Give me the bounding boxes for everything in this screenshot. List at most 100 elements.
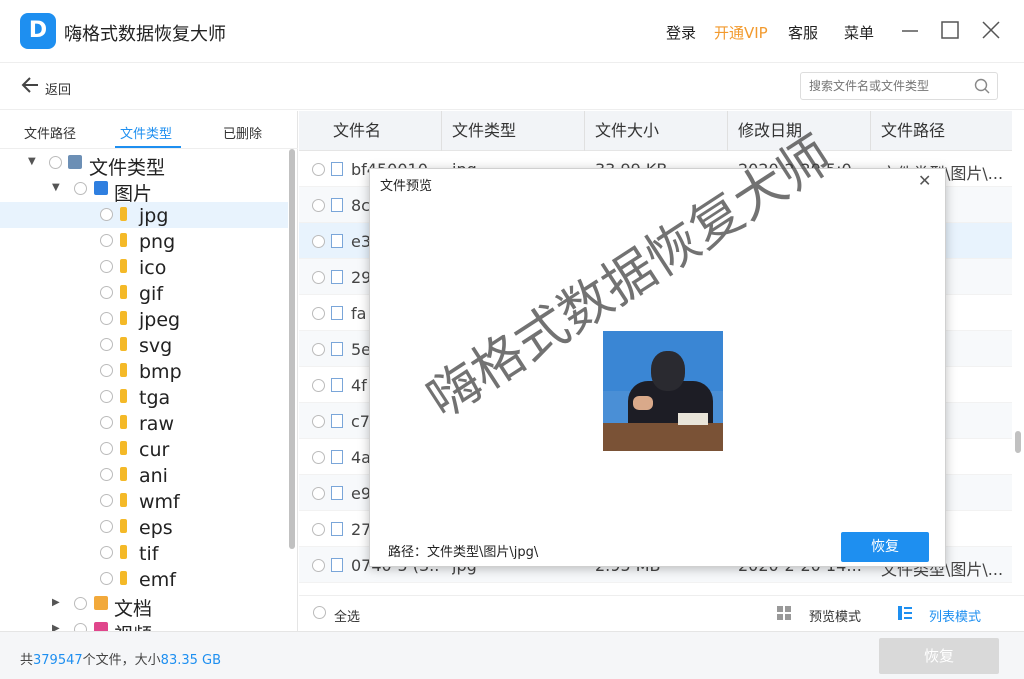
tree-label: tif — [139, 543, 159, 565]
tree-item-jpg[interactable]: jpg — [0, 202, 288, 228]
tree-radio[interactable] — [49, 156, 62, 169]
tree-radio[interactable] — [100, 572, 113, 585]
login-link[interactable]: 登录 — [666, 22, 696, 43]
column-header-path[interactable]: 文件路径 — [871, 111, 1012, 151]
tree-item-tif[interactable]: tif — [0, 540, 288, 566]
tree-radio[interactable] — [100, 390, 113, 403]
tree-item-ico[interactable]: ico — [0, 254, 288, 280]
tree-radio[interactable] — [100, 546, 113, 559]
close-icon[interactable] — [979, 18, 1003, 42]
summary-prefix: 共 — [20, 653, 34, 668]
preview-mode-icon[interactable] — [776, 605, 792, 621]
tree-radio[interactable] — [74, 597, 87, 610]
row-radio[interactable] — [312, 163, 325, 176]
tree-radio[interactable] — [100, 208, 113, 221]
back-button[interactable]: 返回 — [45, 79, 71, 98]
scrollbar-thumb[interactable] — [1015, 431, 1021, 453]
minimize-icon[interactable] — [898, 18, 922, 42]
image-file-icon — [331, 414, 343, 428]
row-radio[interactable] — [312, 235, 325, 248]
search-icon[interactable] — [973, 77, 991, 95]
tree-item-tga[interactable]: tga — [0, 384, 288, 410]
tree-item-png[interactable]: png — [0, 228, 288, 254]
expand-caret-icon[interactable]: ▼ — [52, 182, 60, 193]
row-radio[interactable] — [312, 451, 325, 464]
tree-item-svg[interactable]: svg — [0, 332, 288, 358]
tree-item-gif[interactable]: gif — [0, 280, 288, 306]
vip-link[interactable]: 开通VIP — [714, 22, 768, 43]
image-file-icon — [331, 198, 343, 212]
select-all-radio[interactable] — [313, 606, 326, 619]
title-bar: D 嗨格式数据恢复大师 登录 开通VIP 客服 菜单 — [0, 0, 1024, 63]
file-type-icon — [120, 545, 127, 559]
search-box[interactable] — [800, 72, 998, 100]
tree-item-jpeg[interactable]: jpeg — [0, 306, 288, 332]
tree-radio[interactable] — [100, 260, 113, 273]
tab-file-type[interactable]: 文件类型 — [120, 123, 172, 142]
tree-item-ani[interactable]: ani — [0, 462, 288, 488]
row-radio[interactable] — [312, 379, 325, 392]
dialog-close-icon[interactable]: ✕ — [918, 171, 931, 190]
tree-radio[interactable] — [100, 494, 113, 507]
tree-item-root[interactable]: ▼ 文件类型 — [0, 150, 288, 179]
menu-link[interactable]: 菜单 — [844, 22, 874, 43]
column-header-name[interactable]: 文件名 — [323, 111, 442, 151]
select-all-label[interactable]: 全选 — [334, 606, 360, 625]
tree-item-video[interactable]: ▶ 视频 — [0, 617, 288, 631]
tree-label: tga — [139, 387, 171, 409]
tree-radio[interactable] — [100, 416, 113, 429]
tree-radio[interactable] — [100, 338, 113, 351]
tree-item-emf[interactable]: emf — [0, 566, 288, 592]
file-type-icon — [120, 415, 127, 429]
list-mode-icon[interactable] — [897, 605, 913, 621]
image-file-icon — [331, 342, 343, 356]
expand-caret-icon[interactable]: ▶ — [52, 597, 60, 608]
tree-item-cur[interactable]: cur — [0, 436, 288, 462]
tree-label: wmf — [139, 491, 180, 513]
tab-file-path[interactable]: 文件路径 — [24, 123, 76, 142]
dialog-recover-button[interactable]: 恢复 — [841, 532, 929, 562]
row-radio[interactable] — [312, 415, 325, 428]
tree-radio[interactable] — [100, 286, 113, 299]
column-header-size[interactable]: 文件大小 — [585, 111, 728, 151]
row-radio[interactable] — [312, 271, 325, 284]
tree-radio[interactable] — [100, 520, 113, 533]
tree-label: jpeg — [139, 309, 181, 331]
tree-scrollbar[interactable] — [288, 149, 296, 549]
expand-caret-icon[interactable]: ▼ — [28, 156, 36, 167]
tree-item-wmf[interactable]: wmf — [0, 488, 288, 514]
tree-radio[interactable] — [100, 468, 113, 481]
tree-item-bmp[interactable]: bmp — [0, 358, 288, 384]
row-radio[interactable] — [312, 487, 325, 500]
row-radio[interactable] — [312, 307, 325, 320]
column-header-type[interactable]: 文件类型 — [442, 111, 585, 151]
tab-deleted[interactable]: 已删除 — [223, 123, 262, 142]
maximize-icon[interactable] — [938, 18, 962, 42]
tree-radio[interactable] — [74, 623, 87, 631]
row-radio[interactable] — [312, 559, 325, 572]
service-link[interactable]: 客服 — [788, 22, 818, 43]
tree-radio[interactable] — [74, 182, 87, 195]
search-input[interactable] — [809, 78, 969, 94]
scrollbar-thumb[interactable] — [289, 149, 295, 549]
list-mode-button[interactable]: 列表模式 — [929, 606, 981, 625]
preview-mode-button[interactable]: 预览模式 — [809, 606, 861, 625]
grid-scrollbar[interactable] — [1012, 111, 1024, 595]
tree-radio[interactable] — [100, 312, 113, 325]
recover-button[interactable]: 恢复 — [879, 638, 999, 674]
expand-caret-icon[interactable]: ▶ — [52, 623, 60, 631]
tree-item-eps[interactable]: eps — [0, 514, 288, 540]
tree-label: eps — [139, 517, 173, 539]
row-radio[interactable] — [312, 523, 325, 536]
tree-radio[interactable] — [100, 364, 113, 377]
tree-item-images[interactable]: ▼ 图片 — [0, 176, 288, 205]
row-radio[interactable] — [312, 343, 325, 356]
tree-item-docs[interactable]: ▶ 文档 — [0, 591, 288, 620]
row-radio[interactable] — [312, 199, 325, 212]
dialog-title: 文件预览 — [380, 179, 433, 194]
tree-radio[interactable] — [100, 442, 113, 455]
file-type-icon — [120, 233, 127, 247]
back-arrow-icon[interactable] — [20, 74, 40, 102]
tree-radio[interactable] — [100, 234, 113, 247]
tree-item-raw[interactable]: raw — [0, 410, 288, 436]
